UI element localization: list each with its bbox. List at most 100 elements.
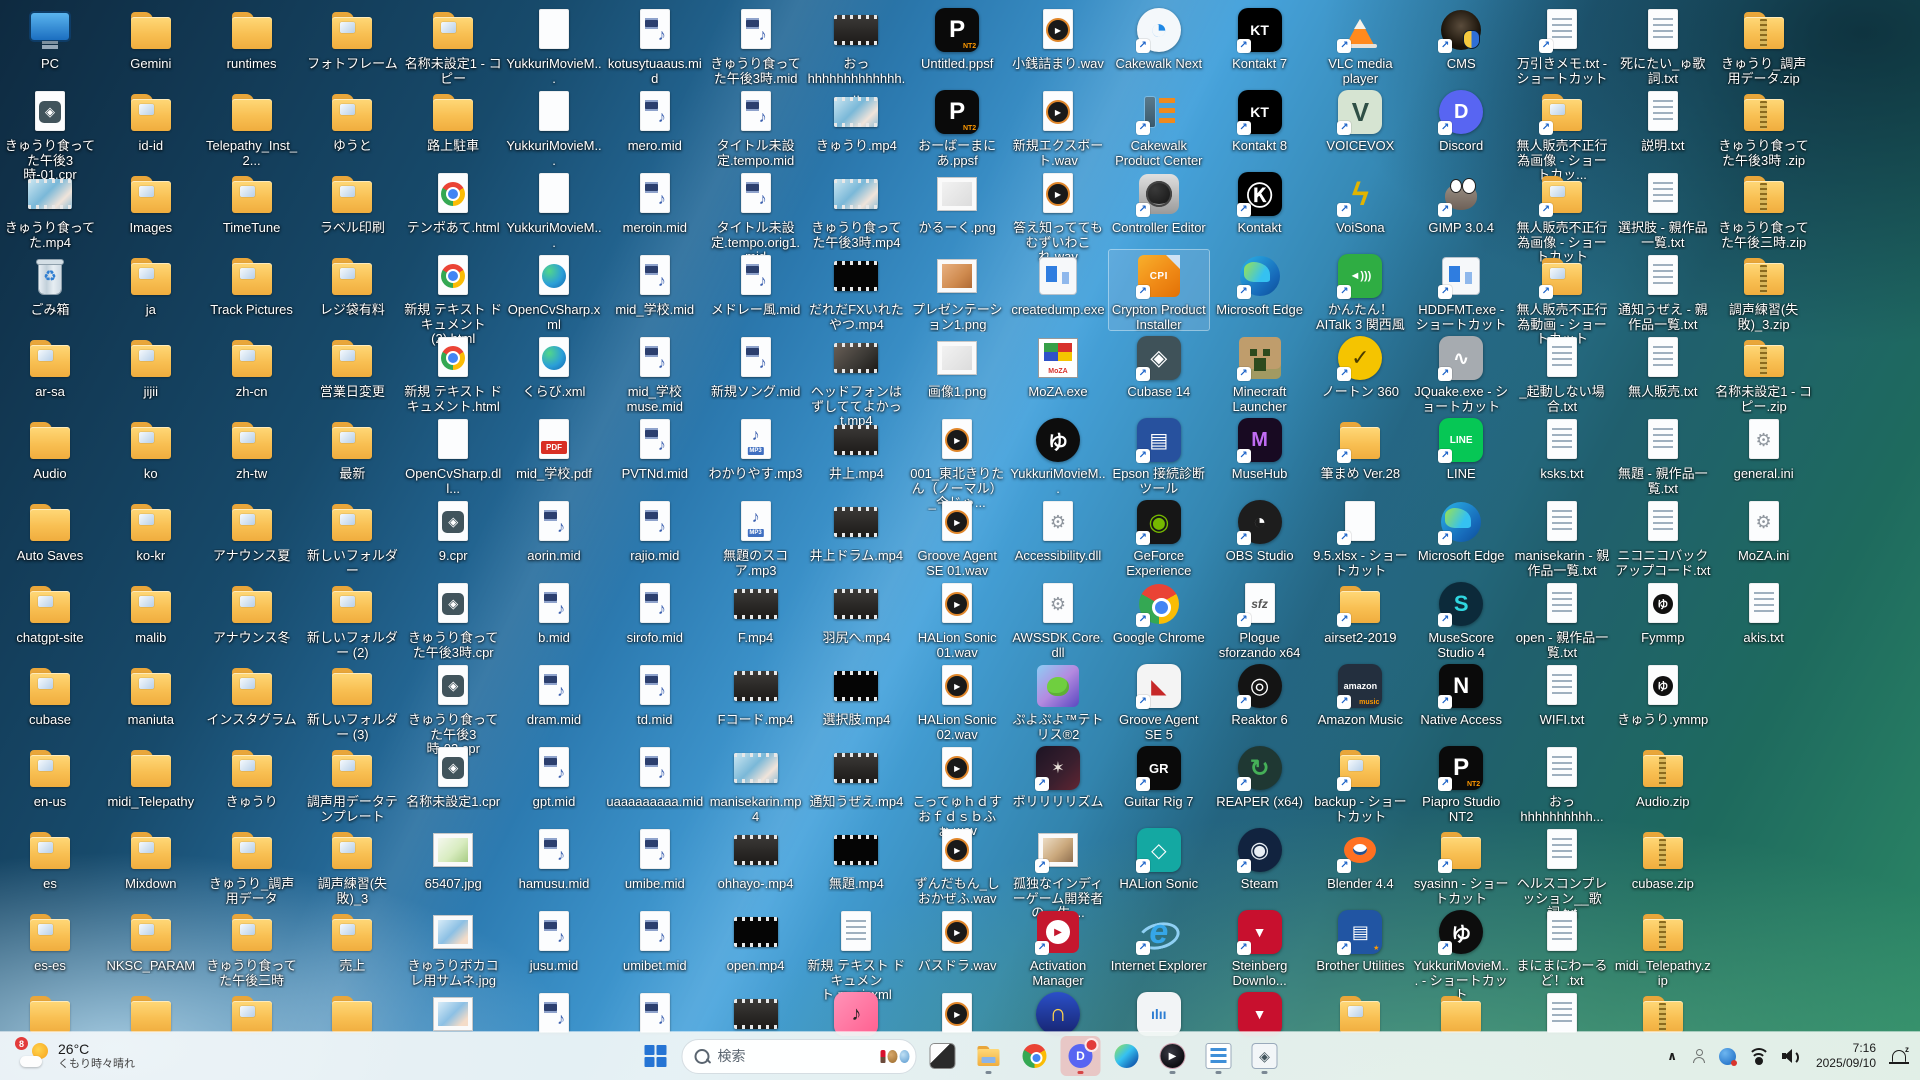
desktop-icon-Groove Agent SE 5[interactable]: ◣ ↗ Groove Agent SE 5	[1109, 660, 1209, 741]
desktop-icon-メドレー風.mid[interactable]: ♪ メドレー風.mid	[706, 250, 806, 330]
desktop-icon-Groove Agent SE 01.wav[interactable]: ▶ Groove Agent SE 01.wav	[907, 496, 1007, 577]
desktop-icon-ラベル印刷[interactable]: ラベル印刷	[302, 168, 402, 248]
desktop-icon-midi_Telepathy[interactable]: midi_Telepathy	[101, 742, 201, 822]
desktop-icon-Controller Editor[interactable]: ↗ Controller Editor	[1109, 168, 1209, 248]
desktop-icon-Native Access[interactable]: N ↗ Native Access	[1411, 660, 1511, 740]
desktop-icon-新しいフォルダー (3)[interactable]: 新しいフォルダー (3)	[302, 660, 402, 741]
desktop-icon-akis.txt[interactable]: akis.txt	[1714, 578, 1814, 658]
desktop-icon-新規エクスポート.wav[interactable]: ▶ 新規エクスポート.wav	[1008, 86, 1108, 167]
desktop-icon-Images[interactable]: Images	[101, 168, 201, 248]
desktop-icon-MuseScore Studio 4[interactable]: S ↗ MuseScore Studio 4	[1411, 578, 1511, 659]
desktop-icon-AWSSDK.Core.dll[interactable]: ⚙ AWSSDK.Core.dll	[1008, 578, 1108, 659]
desktop-icon-id-id[interactable]: id-id	[101, 86, 201, 166]
desktop-icon-GIMP 3.0.4[interactable]: ↗ GIMP 3.0.4	[1411, 168, 1511, 248]
desktop-icon-きゅうり.mp4[interactable]: きゅうり.mp4	[806, 86, 906, 166]
desktop-icon-open.mp4[interactable]: open.mp4	[706, 906, 806, 986]
desktop-icon-バスドラ.wav[interactable]: ▶ バスドラ.wav	[907, 906, 1007, 986]
desktop-icon-YukkuriMovieM...[interactable]: YukkuriMovieM...	[504, 4, 604, 85]
desktop-icon-td.mid[interactable]: ♪ td.mid	[605, 660, 705, 740]
desktop-icon-JQuake.exe - ショートカット[interactable]: ∿ ↗ JQuake.exe - ショートカット	[1411, 332, 1511, 413]
desktop-icon-WIFI.txt[interactable]: WIFI.txt	[1512, 660, 1612, 740]
desktop-icon-ヘルスコンプレッション__歌詞.txt[interactable]: ヘルスコンプレッション__歌詞.txt	[1512, 824, 1612, 920]
desktop-icon-aorin.mid[interactable]: ♪ aorin.mid	[504, 496, 604, 576]
desktop-icon-Cakewalk Next[interactable]: ◔ ↗ Cakewalk Next	[1109, 4, 1209, 84]
desktop-icon-新規 テキスト ドキュメント.musicxml[interactable]: 新規 テキスト ドキュメント.musicxml	[806, 906, 906, 1002]
desktop-icon-PVTNd.mid[interactable]: ♪ PVTNd.mid	[605, 414, 705, 494]
desktop-icon-レジ袋有料[interactable]: レジ袋有料	[302, 250, 402, 330]
desktop-icon-通知うぜえ - 親作品一覧.txt[interactable]: 通知うぜえ - 親作品一覧.txt	[1613, 250, 1713, 331]
desktop-icon-LINE[interactable]: LINE ↗ LINE	[1411, 414, 1511, 494]
desktop-icon-Steam[interactable]: ◉ ↗ Steam	[1210, 824, 1310, 904]
desktop-icon-dram.mid[interactable]: ♪ dram.mid	[504, 660, 604, 740]
desktop-icon-ずんだもん_しおかぜふ.wav[interactable]: ▶ ずんだもん_しおかぜふ.wav	[907, 824, 1007, 905]
desktop-icon-Fコード.mp4[interactable]: Fコード.mp4	[706, 660, 806, 740]
desktop-icon-_起動しない場合.txt[interactable]: _起動しない場合.txt	[1512, 332, 1612, 413]
desktop-icon-きゅうりボカコレ用サムネ.jpg[interactable]: きゅうりボカコレ用サムネ.jpg	[403, 906, 503, 987]
desktop-icon-おっhhhhhhhhhhhhh...[interactable]: おっhhhhhhhhhhhhh...	[806, 4, 906, 100]
desktop-icon-YukkuriMovieM...[interactable]: ゆ YukkuriMovieM...	[1008, 414, 1108, 495]
desktop-icon-きゅうり食ってた午後三時[interactable]: きゅうり食ってた午後三時	[202, 906, 302, 987]
desktop-icon-TimeTune[interactable]: TimeTune	[202, 168, 302, 248]
desktop-icon-VOICEVOX[interactable]: V ↗ VOICEVOX	[1310, 86, 1410, 166]
desktop-icon-gpt.mid[interactable]: ♪ gpt.mid	[504, 742, 604, 822]
desktop-icon-無題のスコア.mp3[interactable]: ♪ MP3 無題のスコア.mp3	[706, 496, 806, 577]
desktop-icon-malib[interactable]: malib	[101, 578, 201, 658]
desktop-icon-MoZA.exe[interactable]: MoZA MoZA.exe	[1008, 332, 1108, 412]
desktop-icon-画像1.png[interactable]: 画像1.png	[907, 332, 1007, 412]
desktop-icon-mid_学校 muse.mid[interactable]: ♪ mid_学校 muse.mid	[605, 332, 705, 413]
desktop-icon-おーばーまにあ.ppsf[interactable]: P NT2 おーばーまにあ.ppsf	[907, 86, 1007, 167]
desktop-icon-jijii[interactable]: jijii	[101, 332, 201, 412]
taskbar-app-dark-square-app[interactable]	[923, 1036, 963, 1076]
desktop-icon-ko[interactable]: ko	[101, 414, 201, 494]
desktop-icon-Discord[interactable]: D ↗ Discord	[1411, 86, 1511, 166]
desktop-icon-井上.mp4[interactable]: 井上.mp4	[806, 414, 906, 494]
desktop-icon-Blender 4.4[interactable]: ↗ Blender 4.4	[1310, 824, 1410, 904]
desktop-icon-ぷよぷよ™テトリス®2[interactable]: ぷよぷよ™テトリス®2	[1008, 660, 1108, 741]
desktop-icon-MuseHub[interactable]: M ↗ MuseHub	[1210, 414, 1310, 494]
desktop-icon-タイトル未設定.tempo.mid[interactable]: ♪ タイトル未設定.tempo.mid	[706, 86, 806, 167]
desktop-icon-airset2-2019[interactable]: ↗ airset2-2019	[1310, 578, 1410, 658]
desktop-icon-manisekarin.mp4[interactable]: manisekarin.mp4	[706, 742, 806, 823]
desktop-icon-くらび.xml[interactable]: くらび.xml	[504, 332, 604, 412]
desktop-icon-説明.txt[interactable]: 説明.txt	[1613, 86, 1713, 166]
desktop-icon-F.mp4[interactable]: F.mp4	[706, 578, 806, 658]
taskbar-app-discord[interactable]: D	[1060, 1036, 1101, 1076]
desktop-icon-きゅうり[interactable]: きゅうり	[202, 742, 302, 822]
taskbar-app-chrome[interactable]	[1015, 1036, 1055, 1076]
desktop-icon-プレゼンテーション1.png[interactable]: プレゼンテーション1.png	[907, 250, 1007, 331]
desktop-icon-GeForce Experience[interactable]: ◉ ↗ GeForce Experience	[1109, 496, 1209, 577]
desktop-icon-無人販売不正行為画像 - ショートカッ...[interactable]: ↗ 無人販売不正行為画像 - ショートカッ...	[1512, 86, 1612, 182]
desktop-icon-HALion Sonic[interactable]: ◇ ↗ HALion Sonic	[1109, 824, 1209, 904]
desktop-icon-Mixdown[interactable]: Mixdown	[101, 824, 201, 904]
desktop-icon-ごみ箱[interactable]: ♻ ごみ箱	[0, 250, 100, 330]
desktop-icon-createdump.exe[interactable]: createdump.exe	[1008, 250, 1108, 330]
desktop-icon-meroin.mid[interactable]: ♪ meroin.mid	[605, 168, 705, 248]
desktop-icon-runtimes[interactable]: runtimes	[202, 4, 302, 84]
desktop-icon-ar-sa[interactable]: ar-sa	[0, 332, 100, 412]
desktop-icon-PC[interactable]: PC	[0, 4, 100, 84]
desktop-icon-ノートン 360[interactable]: ✓ ↗ ノートン 360	[1310, 332, 1410, 412]
desktop-icon-OpenCvSharp.dll...[interactable]: OpenCvSharp.dll...	[403, 414, 503, 495]
desktop-icon-調声練習(失敗)_3.zip[interactable]: 調声練習(失敗)_3.zip	[1714, 250, 1814, 331]
desktop-icon-名称未設定1.cpr[interactable]: ◈ 名称未設定1.cpr	[403, 742, 503, 822]
desktop-icon-ja[interactable]: ja	[101, 250, 201, 330]
desktop-icon-小銭詰まり.wav[interactable]: ▶ 小銭詰まり.wav	[1008, 4, 1108, 84]
desktop-icon-新規 テキスト ドキュメント (2).html[interactable]: .新規 テキスト ドキュメント (2).html	[403, 250, 503, 346]
tray-volume-icon[interactable]	[1781, 1036, 1802, 1076]
desktop-icon-羽尻へ.mp4[interactable]: 羽尻へ.mp4	[806, 578, 906, 658]
desktop-icon-Piapro Studio NT2[interactable]: P NT2 ↗ Piapro Studio NT2	[1411, 742, 1511, 823]
desktop-icon-Epson 接続診断ツール[interactable]: ▤ ↗ Epson 接続診断ツール	[1109, 414, 1209, 495]
desktop-icon-Cakewalk Product Center[interactable]: ↗ Cakewalk Product Center	[1109, 86, 1209, 167]
desktop-icon-新しいフォルダー[interactable]: 新しいフォルダー	[302, 496, 402, 577]
tray-wifi-icon[interactable]	[1747, 1036, 1770, 1076]
desktop-icon-cubase.zip[interactable]: cubase.zip	[1613, 824, 1713, 904]
desktop-icon-en-us[interactable]: en-us	[0, 742, 100, 822]
desktop-icon-Microsoft Edge[interactable]: ↗ Microsoft Edge	[1411, 496, 1511, 576]
desktop-icon-Google Chrome[interactable]: ↗ Google Chrome	[1109, 578, 1209, 658]
desktop-icon-MoZA.ini[interactable]: ⚙ MoZA.ini	[1714, 496, 1814, 576]
desktop-icon-REAPER (x64)[interactable]: ↻ ↗ REAPER (x64)	[1210, 742, 1310, 822]
desktop-icon-かるーく.png[interactable]: かるーく.png	[907, 168, 1007, 248]
desktop-icon-mid_学校.pdf[interactable]: PDF mid_学校.pdf	[504, 414, 604, 494]
desktop-icon-open - 親作品一覧.txt[interactable]: open - 親作品一覧.txt	[1512, 578, 1612, 659]
desktop-icon-manisekarin - 親作品一覧.txt[interactable]: manisekarin - 親作品一覧.txt	[1512, 496, 1612, 577]
